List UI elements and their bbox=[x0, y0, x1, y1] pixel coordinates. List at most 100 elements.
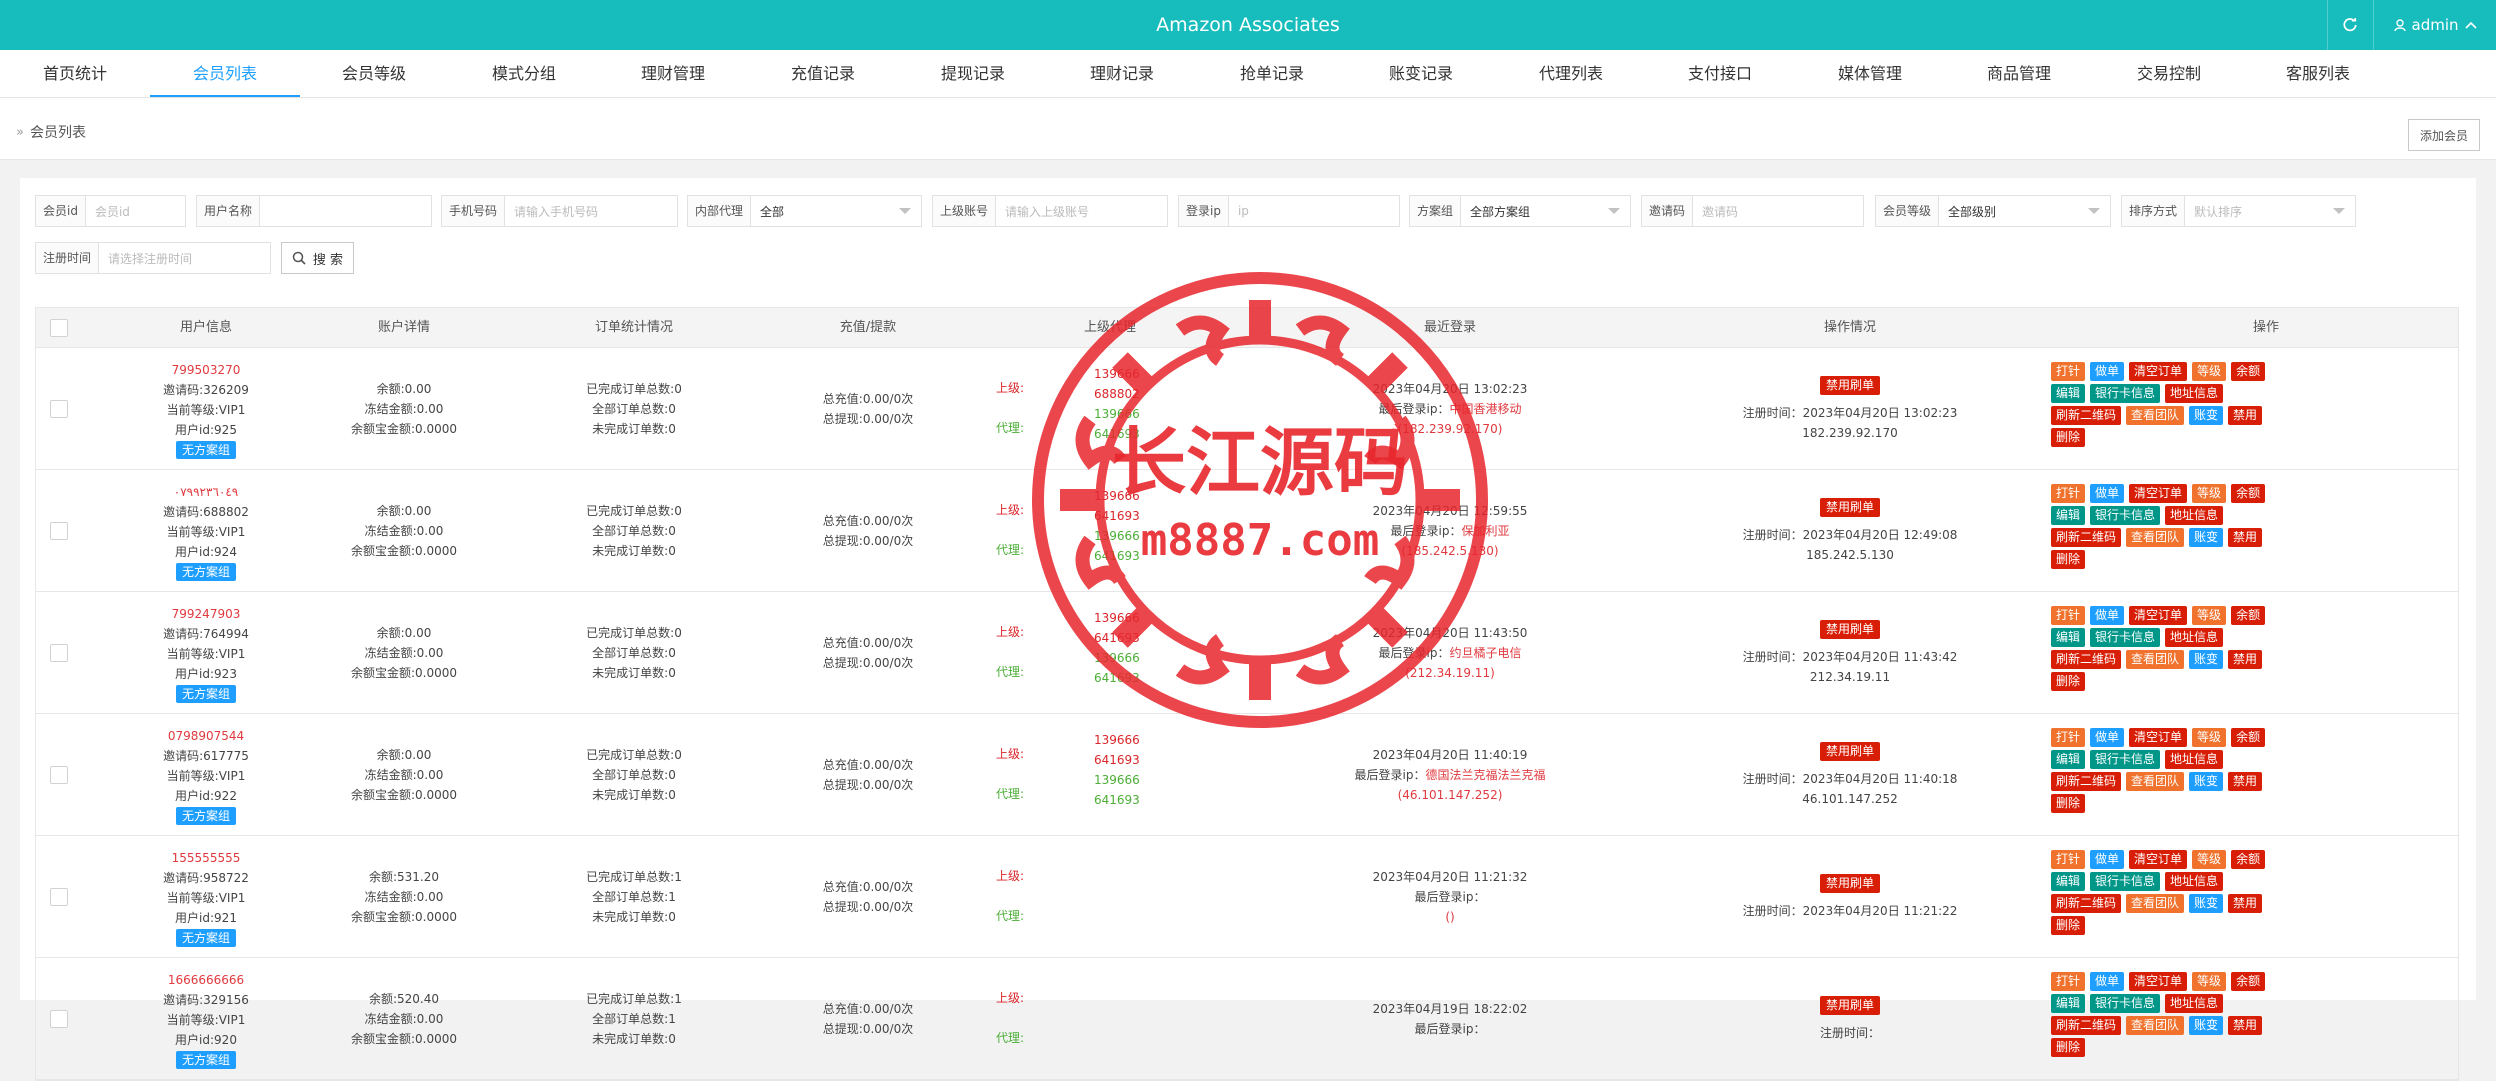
filter-member-id[interactable]: 会员id 会员id bbox=[35, 195, 186, 227]
op-button[interactable]: 等级 bbox=[2192, 362, 2227, 381]
username-link[interactable]: 0798907544 bbox=[168, 726, 244, 746]
op-button[interactable]: 地址信息 bbox=[2165, 750, 2224, 769]
op-button[interactable]: 银行卡信息 bbox=[2090, 750, 2161, 769]
filter-reg-time[interactable]: 注册时间 请选择注册时间 bbox=[35, 242, 271, 274]
op-button[interactable]: 等级 bbox=[2192, 606, 2227, 625]
row-checkbox[interactable] bbox=[50, 766, 68, 784]
nav-tab[interactable]: 支付接口 bbox=[1645, 50, 1795, 97]
op-button[interactable]: 刷新二维码 bbox=[2051, 772, 2122, 791]
op-button[interactable]: 编辑 bbox=[2051, 994, 2086, 1013]
filter-level[interactable]: 会员等级 全部级别 bbox=[1875, 195, 2111, 227]
op-button[interactable]: 删除 bbox=[2051, 1038, 2086, 1057]
op-button[interactable]: 删除 bbox=[2051, 550, 2086, 569]
op-button[interactable]: 清空订单 bbox=[2129, 362, 2188, 381]
op-button[interactable]: 查看团队 bbox=[2126, 1016, 2185, 1035]
op-button[interactable]: 打针 bbox=[2051, 362, 2086, 381]
op-button[interactable]: 编辑 bbox=[2051, 750, 2086, 769]
plan-group-tag[interactable]: 无方案组 bbox=[175, 1050, 236, 1069]
op-button[interactable]: 刷新二维码 bbox=[2051, 406, 2122, 425]
filter-username[interactable]: 用户名称 bbox=[196, 195, 432, 227]
op-button[interactable]: 禁用 bbox=[2228, 528, 2263, 547]
nav-tab[interactable]: 交易控制 bbox=[2094, 50, 2244, 97]
add-member-button[interactable]: 添加会员 bbox=[2408, 119, 2480, 151]
op-button[interactable]: 禁用 bbox=[2228, 1016, 2263, 1035]
op-button[interactable]: 打针 bbox=[2051, 850, 2086, 869]
op-button[interactable]: 做单 bbox=[2090, 728, 2125, 747]
op-button[interactable]: 账变 bbox=[2189, 650, 2224, 669]
op-button[interactable]: 账变 bbox=[2189, 1016, 2224, 1035]
op-button[interactable]: 打针 bbox=[2051, 606, 2086, 625]
level-select[interactable]: 全部级别 bbox=[1939, 203, 2088, 220]
op-button[interactable]: 清空订单 bbox=[2129, 606, 2188, 625]
ban-order-badge[interactable]: 禁用刷单 bbox=[1819, 741, 1880, 761]
nav-tab[interactable]: 商品管理 bbox=[1944, 50, 2094, 97]
agent-select[interactable]: 全部 bbox=[751, 203, 899, 220]
nav-tab[interactable]: 首页统计 bbox=[0, 50, 150, 97]
op-button[interactable]: 等级 bbox=[2192, 728, 2227, 747]
ban-order-badge[interactable]: 禁用刷单 bbox=[1819, 497, 1880, 517]
phone-input[interactable]: 请输入手机号码 bbox=[505, 203, 677, 220]
op-button[interactable]: 账变 bbox=[2189, 406, 2224, 425]
plan-group-tag[interactable]: 无方案组 bbox=[175, 684, 236, 703]
op-button[interactable]: 清空订单 bbox=[2129, 850, 2188, 869]
op-button[interactable]: 银行卡信息 bbox=[2090, 384, 2161, 403]
nav-tab[interactable]: 提现记录 bbox=[898, 50, 1048, 97]
plan-group-tag[interactable]: 无方案组 bbox=[175, 440, 236, 459]
op-button[interactable]: 地址信息 bbox=[2165, 872, 2224, 891]
op-button[interactable]: 查看团队 bbox=[2126, 650, 2185, 669]
ban-order-badge[interactable]: 禁用刷单 bbox=[1819, 375, 1880, 395]
filter-login-ip[interactable]: 登录ip ip bbox=[1178, 195, 1400, 227]
op-button[interactable]: 等级 bbox=[2192, 484, 2227, 503]
parent-account-input[interactable]: 请输入上级账号 bbox=[996, 203, 1167, 220]
op-button[interactable]: 查看团队 bbox=[2126, 772, 2185, 791]
op-button[interactable]: 清空订单 bbox=[2129, 484, 2188, 503]
op-button[interactable]: 银行卡信息 bbox=[2090, 994, 2161, 1013]
nav-tab[interactable]: 抢单记录 bbox=[1197, 50, 1347, 97]
op-button[interactable]: 编辑 bbox=[2051, 384, 2086, 403]
op-button[interactable]: 余额 bbox=[2231, 850, 2266, 869]
refresh-button[interactable] bbox=[2327, 0, 2372, 50]
row-checkbox[interactable] bbox=[50, 400, 68, 418]
op-button[interactable]: 账变 bbox=[2189, 528, 2224, 547]
op-button[interactable]: 银行卡信息 bbox=[2090, 506, 2161, 525]
user-menu[interactable]: admin bbox=[2373, 0, 2496, 50]
nav-tab[interactable]: 客服列表 bbox=[2243, 50, 2393, 97]
op-button[interactable]: 编辑 bbox=[2051, 872, 2086, 891]
op-button[interactable]: 刷新二维码 bbox=[2051, 528, 2122, 547]
row-checkbox[interactable] bbox=[50, 522, 68, 540]
op-button[interactable]: 删除 bbox=[2051, 428, 2086, 447]
username-link[interactable]: 799503270 bbox=[172, 360, 241, 380]
op-button[interactable]: 删除 bbox=[2051, 794, 2086, 813]
op-button[interactable]: 等级 bbox=[2192, 850, 2227, 869]
op-button[interactable]: 禁用 bbox=[2228, 406, 2263, 425]
op-button[interactable]: 刷新二维码 bbox=[2051, 650, 2122, 669]
login-ip-input[interactable]: ip bbox=[1229, 204, 1399, 218]
op-button[interactable]: 禁用 bbox=[2228, 894, 2263, 913]
op-button[interactable]: 刷新二维码 bbox=[2051, 894, 2122, 913]
op-button[interactable]: 余额 bbox=[2231, 972, 2266, 991]
op-button[interactable]: 做单 bbox=[2090, 972, 2125, 991]
ban-order-badge[interactable]: 禁用刷单 bbox=[1819, 873, 1880, 893]
op-button[interactable]: 查看团队 bbox=[2126, 406, 2185, 425]
op-button[interactable]: 打针 bbox=[2051, 972, 2086, 991]
op-button[interactable]: 地址信息 bbox=[2165, 994, 2224, 1013]
plan-group-tag[interactable]: 无方案组 bbox=[175, 928, 236, 947]
op-button[interactable]: 地址信息 bbox=[2165, 384, 2224, 403]
filter-phone[interactable]: 手机号码 请输入手机号码 bbox=[441, 195, 678, 227]
op-button[interactable]: 刷新二维码 bbox=[2051, 1016, 2122, 1035]
sort-select[interactable]: 默认排序 bbox=[2185, 203, 2333, 220]
op-button[interactable]: 删除 bbox=[2051, 916, 2086, 935]
filter-agent[interactable]: 内部代理 全部 bbox=[687, 195, 922, 227]
op-button[interactable]: 账变 bbox=[2189, 894, 2224, 913]
plan-group-select[interactable]: 全部方案组 bbox=[1461, 203, 1608, 220]
op-button[interactable]: 清空订单 bbox=[2129, 972, 2188, 991]
row-checkbox[interactable] bbox=[50, 644, 68, 662]
op-button[interactable]: 编辑 bbox=[2051, 628, 2086, 647]
op-button[interactable]: 余额 bbox=[2231, 606, 2266, 625]
op-button[interactable]: 地址信息 bbox=[2165, 628, 2224, 647]
nav-tab[interactable]: 理财记录 bbox=[1047, 50, 1197, 97]
op-button[interactable]: 余额 bbox=[2231, 362, 2266, 381]
op-button[interactable]: 查看团队 bbox=[2126, 528, 2185, 547]
op-button[interactable]: 打针 bbox=[2051, 728, 2086, 747]
op-button[interactable]: 禁用 bbox=[2228, 650, 2263, 669]
